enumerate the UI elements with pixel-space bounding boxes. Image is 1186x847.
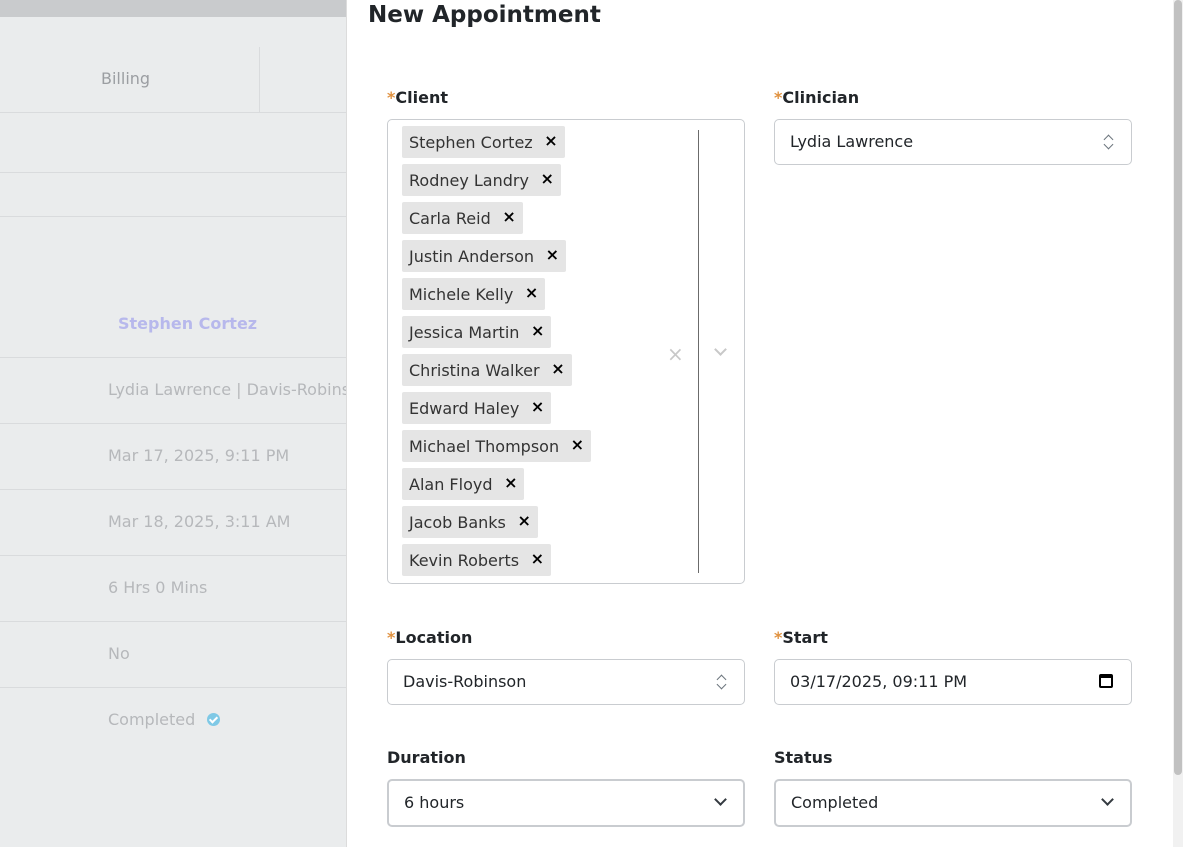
remove-chip-icon[interactable]: × [531,397,544,416]
check-circle-icon [207,713,221,726]
clinician-label-text: Clinician [782,88,860,107]
status-value: Completed [791,793,879,812]
client-chip-label: Edward Haley [409,399,520,418]
remove-chip-icon[interactable]: × [546,245,559,264]
location-label-text: Location [395,628,473,647]
chevron-down-icon[interactable] [714,343,727,356]
client-chip: Stephen Cortez × [402,126,565,158]
remove-chip-icon[interactable]: × [571,435,584,454]
client-chip-label: Michael Thompson [409,437,560,456]
client-multiselect[interactable]: Stephen Cortez × Rodney Landry × Carla Rei… [387,119,745,584]
client-chip-label: Rodney Landry [409,171,529,190]
remove-chip-icon[interactable]: × [531,321,544,340]
select-updown-icon [1103,132,1115,152]
background-tabbar: Billing [0,47,346,113]
scrollbar-thumb[interactable] [1174,0,1182,775]
divider [0,216,346,217]
client-chip-label: Justin Anderson [409,247,535,266]
start-label-text: Start [782,628,828,647]
client-chip-label: Carla Reid [409,209,491,228]
remove-chip-icon[interactable]: × [541,169,554,188]
location-select[interactable]: Davis-Robinson [387,659,745,705]
detail-row [0,622,346,688]
duration-label: Duration [387,748,466,767]
calendar-icon[interactable] [1099,674,1113,688]
client-chip: Michele Kelly × [402,278,546,310]
client-chip-list: Stephen Cortez × Rodney Landry × Carla Rei… [402,126,662,582]
client-chip: Jacob Banks × [402,506,538,538]
location-value: Davis-Robinson [403,672,527,691]
status-select[interactable]: Completed [774,779,1132,827]
detail-status-label: Completed [108,710,196,729]
detail-end: Mar 18, 2025, 3:11 AM [108,512,291,531]
client-chip: Rodney Landry × [402,164,561,196]
remove-chip-icon[interactable]: × [517,511,530,530]
scrollbar[interactable] [1173,0,1183,847]
panel-title: New Appointment [368,2,601,28]
detail-clinician-location: Lydia Lawrence | Davis-Robinson [108,380,346,399]
duration-value: 6 hours [404,793,465,812]
location-label: *Location [387,628,472,647]
client-label: *Client [387,88,448,107]
indicator-separator [698,130,699,573]
client-chip-label: Kevin Roberts [409,551,520,570]
remove-chip-icon[interactable]: × [544,131,557,150]
client-chip-label: Stephen Cortez [409,133,533,152]
client-label-text: Client [395,88,448,107]
new-appointment-panel: New Appointment *Client Stephen Cortez × … [346,0,1186,847]
start-datetime-input[interactable]: 03/17/2025, 09:11 PM [774,659,1132,705]
clear-all-icon[interactable]: × [667,342,684,366]
clinician-label: *Clinician [774,88,859,107]
client-chip: Carla Reid × [402,202,523,234]
chevron-down-icon [714,793,727,806]
remove-chip-icon[interactable]: × [502,207,515,226]
client-chip-label: Alan Floyd [409,475,493,494]
client-chip: Christina Walker × [402,354,572,386]
remove-chip-icon[interactable]: × [551,359,564,378]
tab-divider [259,47,260,113]
detail-flag: No [108,644,130,663]
client-chip: Kevin Roberts × [402,544,552,576]
clinician-select[interactable]: Lydia Lawrence [774,119,1132,165]
client-chip-label: Christina Walker [409,361,540,380]
start-value: 03/17/2025, 09:11 PM [790,672,968,691]
remove-chip-icon[interactable]: × [525,283,538,302]
tab-billing[interactable]: Billing [101,69,150,88]
chevron-down-icon [1101,793,1114,806]
remove-chip-icon[interactable]: × [531,549,544,568]
client-chip: Jessica Martin × [402,316,552,348]
clinician-value: Lydia Lawrence [790,132,914,151]
client-chip: Michael Thompson × [402,430,592,462]
select-updown-icon [716,672,728,692]
client-chip: Alan Floyd × [402,468,525,500]
divider [0,172,346,173]
start-label: *Start [774,628,828,647]
client-chip: Edward Haley × [402,392,552,424]
client-chip-label: Jessica Martin [409,323,520,342]
detail-row [0,292,346,358]
background-page: Billing Stephen Cortez Lydia Lawrence | … [0,0,346,847]
detail-status: Completed [108,710,221,729]
status-label: Status [774,748,833,767]
client-chip-label: Jacob Banks [409,513,506,532]
duration-select[interactable]: 6 hours [387,779,745,827]
client-chip: Justin Anderson × [402,240,567,272]
client-chip-label: Michele Kelly [409,285,514,304]
remove-chip-icon[interactable]: × [504,473,517,492]
detail-duration: 6 Hrs 0 Mins [108,578,208,597]
background-topbar [0,0,346,17]
detail-start: Mar 17, 2025, 9:11 PM [108,446,290,465]
